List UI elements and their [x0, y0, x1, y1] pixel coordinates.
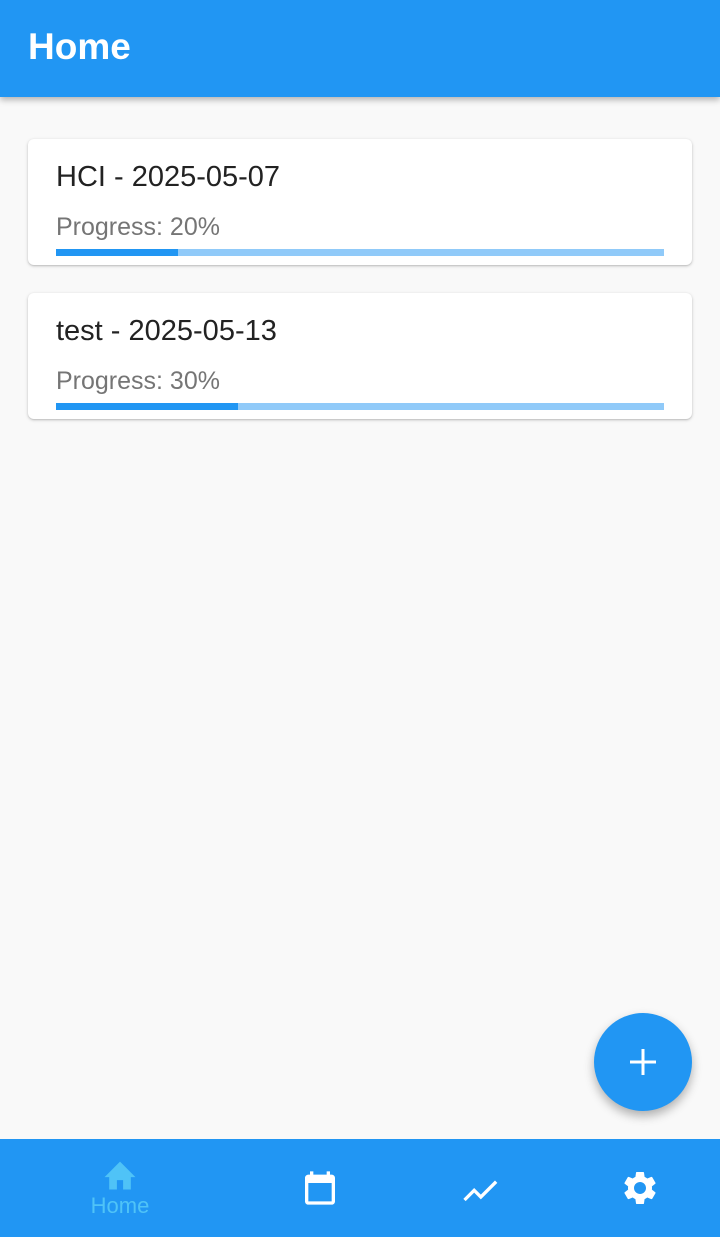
trending-up-icon — [463, 1180, 498, 1202]
nav-item-calendar[interactable] — [240, 1139, 400, 1237]
nav-label-home: Home — [90, 1193, 150, 1218]
add-task-button[interactable] — [594, 1013, 692, 1111]
nav-item-stats[interactable] — [400, 1139, 560, 1237]
task-list: HCI - 2025-05-07 Progress: 20% test - 20… — [28, 139, 692, 447]
calendar-icon — [305, 1171, 335, 1205]
nav-item-home[interactable]: Home — [40, 1139, 200, 1237]
progress-bar-fill — [56, 249, 178, 256]
task-card[interactable]: HCI - 2025-05-07 Progress: 20% — [28, 139, 692, 265]
progress-bar-fill — [56, 403, 239, 410]
task-card[interactable]: test - 2025-05-13 Progress: 30% — [28, 293, 692, 419]
gear-icon — [624, 1172, 656, 1204]
task-title: HCI - 2025-05-07 — [56, 161, 281, 193]
page-title: Home — [28, 26, 131, 67]
progress-bar — [56, 403, 664, 410]
nav-item-settings[interactable] — [560, 1139, 720, 1237]
bottom-navigation: Home — [0, 1139, 720, 1237]
task-progress-label: Progress: 30% — [56, 367, 220, 395]
home-icon — [104, 1161, 136, 1190]
task-title: test - 2025-05-13 — [56, 315, 277, 347]
task-progress-label: Progress: 20% — [56, 213, 220, 241]
plus-icon — [630, 1049, 656, 1075]
progress-bar — [56, 249, 664, 256]
app-bar: Home — [0, 0, 720, 97]
home-screen: Home HCI - 2025-05-07 Progress: 20% test… — [0, 0, 720, 1237]
